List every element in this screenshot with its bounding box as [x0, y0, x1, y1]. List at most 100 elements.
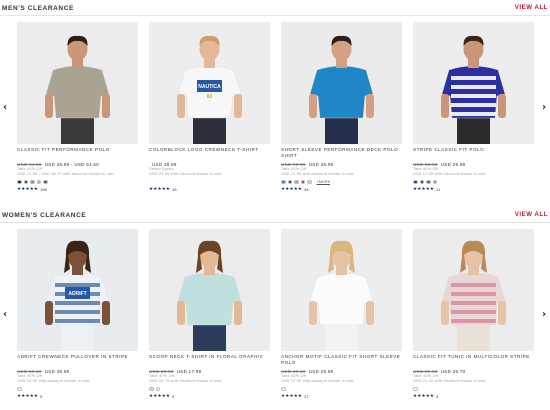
model-shirt	[441, 272, 506, 326]
product-card[interactable]: SCOOP NECK T-SHIRT IN FLORAL GRAPHIC USD…	[149, 229, 270, 399]
product-card[interactable]: SHORT SLEEVE PERFORMANCE DECK POLO SHIRT…	[281, 22, 402, 192]
carousel-prev-button[interactable]: ‹	[0, 100, 10, 116]
rating[interactable]: ★★★★★ 15	[149, 187, 270, 192]
model-arm	[309, 94, 317, 118]
rating[interactable]: ★★★★★ 9	[149, 394, 270, 399]
color-swatch[interactable]	[419, 179, 424, 185]
product-card[interactable]: ADRIFT ADRIFT CREWNECK PULLOVER IN STRIP…	[17, 229, 138, 399]
carousel-prev-button[interactable]: ‹	[0, 307, 10, 323]
color-swatch[interactable]	[294, 179, 299, 185]
color-swatch[interactable]	[155, 386, 160, 392]
model-arm	[366, 94, 374, 118]
rating[interactable]: ★★★★★ 34	[281, 187, 402, 192]
product-name[interactable]: SCOOP NECK T-SHIRT IN FLORAL GRAPHIC	[149, 354, 270, 368]
model-pants	[61, 114, 94, 144]
shirt-stripe	[451, 76, 496, 80]
product-image[interactable]	[281, 229, 402, 351]
shirt-stripe	[451, 310, 496, 314]
carousel-next-button[interactable]: ›	[539, 100, 549, 116]
view-all-link[interactable]: VIEW ALL	[515, 212, 548, 218]
color-swatches	[149, 386, 270, 392]
model-pants	[457, 321, 490, 351]
product-name[interactable]: STRIPE CLASSIC FIT POLO	[413, 147, 534, 161]
rating[interactable]: ★★★★★ 27	[281, 394, 402, 399]
color-swatch[interactable]	[30, 179, 35, 185]
model-arm	[102, 301, 110, 325]
divider	[0, 15, 550, 16]
model-pants	[325, 321, 358, 351]
promo-price: USD 21.59 - USD 38.70 with discount show…	[17, 172, 114, 176]
product-image[interactable]	[17, 22, 138, 144]
product-image[interactable]	[413, 229, 534, 351]
color-swatches	[281, 386, 402, 392]
shirt-stripe	[451, 319, 496, 323]
color-swatch[interactable]	[17, 179, 22, 185]
color-swatch[interactable]	[281, 386, 286, 392]
color-swatch[interactable]	[149, 386, 154, 392]
product-card[interactable]: ANCHOR MOTIF CLASSIC FIT SHORT SLEEVE PO…	[281, 229, 402, 399]
product-card[interactable]: NAUTICA 83 COLORBLOCK LOGO CREWNECK T-SHI…	[149, 22, 270, 192]
color-swatch[interactable]	[413, 179, 418, 185]
model-arm	[234, 301, 242, 325]
review-count: 27	[304, 394, 309, 399]
sale-price: USD 35.99 - USD 64.50	[44, 162, 100, 167]
review-count: 11	[436, 187, 441, 192]
rating[interactable]: ★★★★★ 3	[413, 394, 534, 399]
shirt-stripe	[55, 319, 100, 323]
color-swatch[interactable]	[17, 386, 22, 392]
promo-price: USD 21.42 with discount shown in cart	[413, 379, 486, 383]
product-image[interactable]: NAUTICA 83	[149, 22, 270, 144]
shirt-stripe	[55, 310, 100, 314]
product-image[interactable]	[413, 22, 534, 144]
color-swatches	[413, 179, 534, 185]
color-swatch[interactable]	[432, 179, 437, 185]
model-arm	[366, 301, 374, 325]
product-card[interactable]: CLASSIC FIT TUNIC IN MULTICOLOR STRIPE U…	[413, 229, 534, 399]
promo-price: USD 23.99 with discount shown in cart	[17, 379, 90, 383]
rating[interactable]: ★★★★★ 195	[17, 187, 138, 192]
star-rating-icon: ★★★★★	[413, 394, 435, 399]
view-all-link[interactable]: VIEW ALL	[515, 5, 548, 11]
color-swatch[interactable]	[287, 179, 292, 185]
product-image[interactable]: ADRIFT	[17, 229, 138, 351]
color-swatch[interactable]	[413, 386, 418, 392]
promo-price: USD 17.99 with discount shown in cart	[413, 172, 486, 176]
star-rating-icon: ★★★★★	[149, 187, 171, 192]
product-name[interactable]: SHORT SLEEVE PERFORMANCE DECK POLO SHIRT	[281, 147, 402, 161]
color-swatch[interactable]	[36, 179, 41, 185]
product-card[interactable]: STRIPE CLASSIC FIT POLO USD 69.50 USD 29.…	[413, 22, 534, 192]
model-photo	[413, 22, 534, 144]
product-image[interactable]	[281, 22, 402, 144]
model-arm	[45, 301, 53, 325]
model-arm	[234, 94, 242, 118]
carousel-next-button[interactable]: ›	[539, 307, 549, 323]
product-image[interactable]	[149, 229, 270, 351]
product-name[interactable]: COLORBLOCK LOGO CREWNECK T-SHIRT	[149, 147, 270, 161]
sale-price: USD 35.99	[308, 162, 334, 167]
more-colors-link[interactable]: +MORE	[317, 180, 331, 184]
shirt-stripe	[451, 94, 496, 98]
model-arm	[441, 94, 449, 118]
product-name[interactable]: ADRIFT CREWNECK PULLOVER IN STRIPE	[17, 354, 138, 368]
chevron-right-icon: ›	[541, 102, 547, 113]
star-rating-icon: ★★★★★	[149, 394, 171, 399]
model-pants	[193, 114, 226, 144]
rating[interactable]: ★★★★★ 11	[413, 187, 534, 192]
shirt-graphic-number: 83	[207, 94, 213, 100]
color-swatch[interactable]	[300, 179, 305, 185]
shirt-stripe	[451, 292, 496, 296]
color-swatch[interactable]	[281, 179, 286, 185]
color-swatch[interactable]	[307, 179, 312, 185]
product-name[interactable]: CLASSIC FIT TUNIC IN MULTICOLOR STRIPE	[413, 354, 534, 368]
sale-price: USD 39.99	[44, 369, 70, 374]
color-swatch[interactable]	[43, 179, 48, 185]
model-arm	[102, 94, 110, 118]
color-swatch[interactable]	[23, 179, 28, 185]
product-name[interactable]: ANCHOR MOTIF CLASSIC FIT SHORT SLEEVE PO…	[281, 354, 402, 368]
product-card[interactable]: CLASSIC FIT PERFORMANCE POLO USD 64.50 US…	[17, 22, 138, 192]
color-swatch[interactable]	[426, 179, 431, 185]
star-rating-icon: ★★★★★	[17, 394, 39, 399]
rating[interactable]: ★★★★★ 5	[17, 394, 138, 399]
womens-section-header: WOMEN'S CLEARANCE VIEW ALL	[2, 208, 548, 222]
product-name[interactable]: CLASSIC FIT PERFORMANCE POLO	[17, 147, 138, 161]
